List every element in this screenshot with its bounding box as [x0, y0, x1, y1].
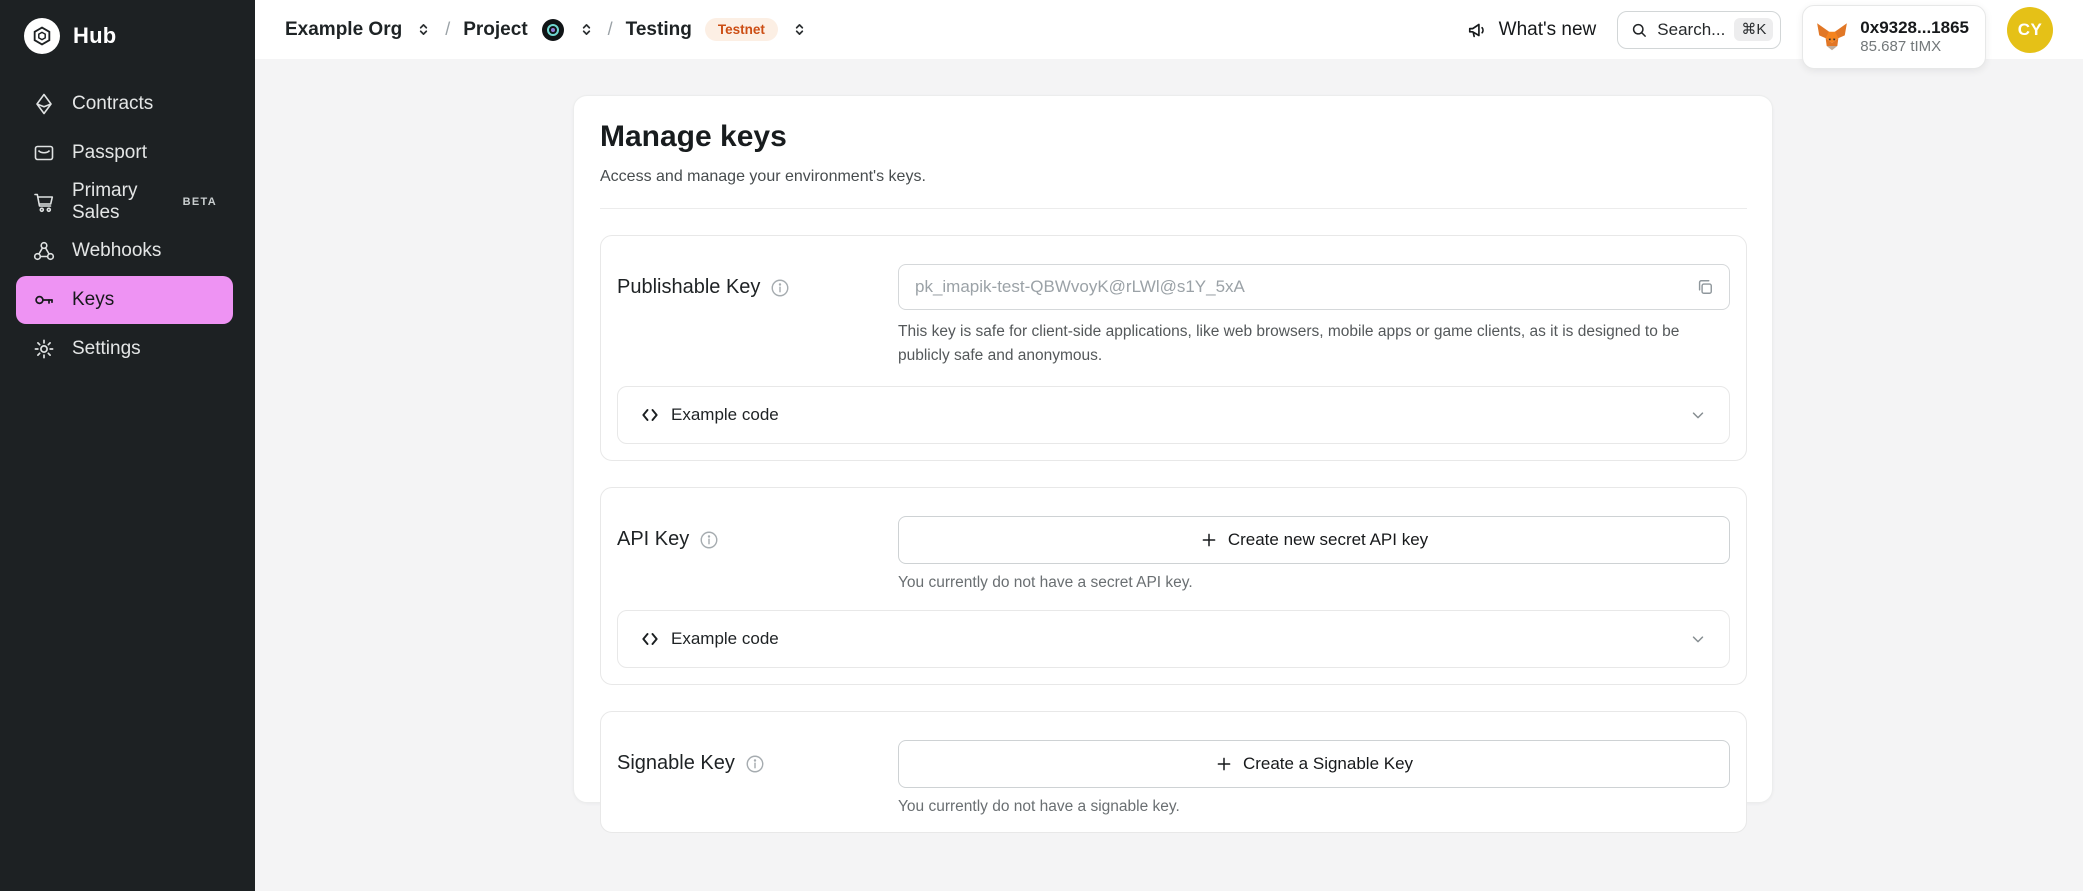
- breadcrumb-org[interactable]: Example Org: [285, 19, 402, 41]
- sidebar-item-keys[interactable]: Keys: [16, 276, 233, 324]
- code-icon: [640, 405, 660, 425]
- sidebar-nav: Contracts Passport Primary Sales BETA We…: [0, 80, 255, 373]
- api-key-help: You currently do not have a secret API k…: [898, 574, 1193, 592]
- sidebar-item-label: Keys: [72, 289, 115, 310]
- publishable-key-card: Publishable Key pk_imapik-test-QBWvoyK@r…: [600, 235, 1747, 462]
- example-code-label: Example code: [671, 629, 779, 649]
- publishable-key-input[interactable]: [898, 264, 1730, 310]
- sidebar-item-label: Primary Sales: [72, 180, 138, 223]
- search-input[interactable]: Search... ⌘K: [1617, 10, 1782, 49]
- signable-key-card: Signable Key Create a Signable Key You c…: [600, 711, 1747, 834]
- breadcrumb-separator: /: [607, 19, 613, 39]
- keys-icon: [32, 288, 56, 312]
- navbar-right: What's new Search... ⌘K 0x9328...1865 85…: [1467, 0, 2053, 69]
- sidebar-item-primary-sales[interactable]: Primary Sales BETA: [16, 178, 233, 226]
- header-divider: [600, 208, 1747, 209]
- page-title: Manage keys: [600, 120, 787, 153]
- whats-new-label: What's new: [1498, 18, 1597, 40]
- page-subtitle: Access and manage your environment's key…: [600, 168, 926, 185]
- code-icon: [640, 629, 660, 649]
- create-api-key-label: Create new secret API key: [1227, 530, 1429, 550]
- info-icon[interactable]: [745, 754, 765, 774]
- api-example-code-accordion[interactable]: Example code: [617, 610, 1730, 669]
- search-shortcut-badge: ⌘K: [1734, 18, 1774, 41]
- top-navbar: Example Org / Project / Testing Testnet: [255, 0, 2083, 69]
- wallet-chip[interactable]: 0x9328...1865 85.687 tIMX: [1802, 4, 1986, 69]
- api-key-label: API Key: [617, 528, 690, 551]
- project-avatar-icon[interactable]: [541, 18, 565, 42]
- chevron-down-icon: [1689, 630, 1707, 648]
- info-icon[interactable]: [770, 278, 790, 298]
- megaphone-icon: [1467, 19, 1489, 41]
- whats-new-button[interactable]: What's new: [1467, 18, 1597, 41]
- copy-button[interactable]: [1690, 272, 1720, 302]
- manage-keys-panel: Manage keys Access and manage your envir…: [573, 95, 1773, 834]
- project-switcher-icon[interactable]: [578, 21, 595, 38]
- publishable-example-code-accordion[interactable]: Example code: [617, 386, 1730, 445]
- wallet-balance: 85.687 tIMX: [1860, 37, 1942, 55]
- settings-icon: [32, 337, 56, 361]
- sidebar-item-settings[interactable]: Settings: [16, 325, 233, 373]
- webhooks-icon: [32, 239, 56, 263]
- signable-key-label: Signable Key: [617, 752, 735, 775]
- api-key-card: API Key Create new secret API key You cu…: [600, 487, 1747, 686]
- primary-sales-icon: [32, 190, 56, 214]
- publishable-key-help: This key is safe for client-side applica…: [898, 323, 1680, 365]
- beta-badge: BETA: [182, 196, 217, 208]
- sidebar-item-webhooks[interactable]: Webhooks: [16, 227, 233, 275]
- breadcrumb-project[interactable]: Project: [463, 19, 527, 41]
- search-icon: [1630, 21, 1648, 39]
- environment-switcher-icon[interactable]: [791, 21, 808, 38]
- sidebar: Hub Contracts Passport Primary Sales BET…: [0, 0, 255, 891]
- sidebar-item-contracts[interactable]: Contracts: [16, 80, 233, 128]
- user-avatar[interactable]: CY: [2007, 6, 2053, 53]
- content-area: Manage keys Access and manage your envir…: [255, 59, 2083, 891]
- hub-logo-text: Hub: [73, 23, 117, 48]
- testnet-badge: Testnet: [704, 17, 778, 42]
- sidebar-item-label: Webhooks: [72, 240, 162, 261]
- info-icon[interactable]: [699, 530, 719, 550]
- wallet-address: 0x9328...1865: [1860, 17, 1969, 37]
- sidebar-item-label: Contracts: [72, 93, 154, 114]
- immutable-logo-icon: [24, 18, 60, 54]
- chevron-down-icon: [1689, 406, 1707, 424]
- hub-logo[interactable]: Hub: [0, 0, 255, 54]
- wallet-info: 0x9328...1865 85.687 tIMX: [1860, 17, 1969, 57]
- example-code-label: Example code: [671, 405, 779, 425]
- breadcrumb: Example Org / Project / Testing Testnet: [285, 17, 808, 42]
- breadcrumb-environment[interactable]: Testing: [626, 19, 692, 41]
- plus-icon: [1200, 531, 1218, 549]
- publishable-key-label: Publishable Key: [617, 276, 761, 298]
- sidebar-item-passport[interactable]: Passport: [16, 129, 233, 177]
- passport-icon: [32, 141, 56, 165]
- metamask-fox-icon: [1815, 20, 1849, 54]
- create-signable-key-label: Create a Signable Key: [1242, 754, 1414, 774]
- org-switcher-icon[interactable]: [415, 21, 432, 38]
- copy-icon: [1695, 277, 1715, 297]
- contracts-icon: [32, 92, 56, 116]
- sidebar-item-label: Settings: [72, 338, 141, 359]
- breadcrumb-separator: /: [445, 19, 451, 39]
- search-placeholder: Search...: [1657, 19, 1726, 39]
- create-signable-key-button[interactable]: Create a Signable Key: [898, 740, 1730, 789]
- signable-key-help: You currently do not have a signable key…: [898, 798, 1180, 816]
- plus-icon: [1215, 755, 1233, 773]
- sidebar-item-label: Passport: [72, 142, 147, 163]
- create-api-key-button[interactable]: Create new secret API key: [898, 516, 1730, 565]
